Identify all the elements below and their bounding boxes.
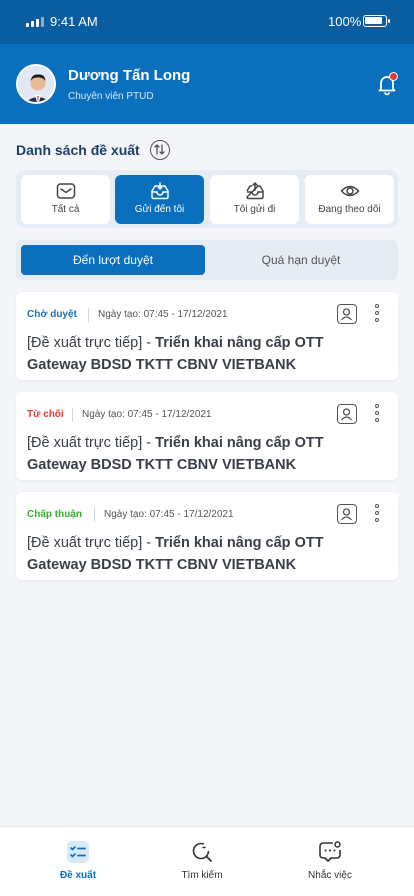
proposal-type: [Đề xuất trực tiếp] -	[27, 435, 156, 451]
tab-proposals[interactable]: Đề xuất	[18, 840, 138, 881]
person-icon[interactable]	[337, 304, 357, 324]
user-role: Chuyên viên PTUD	[68, 91, 154, 102]
tab-search-label: Tìm kiếm	[181, 870, 223, 881]
filter-following-button[interactable]: Đang theo dõi	[305, 175, 394, 224]
battery-percent: 100%	[328, 14, 362, 29]
chat-reminder-icon	[319, 841, 341, 862]
tab-proposals-label: Đề xuất	[59, 870, 97, 881]
proposal-title: [Đề xuất trực tiếp] - Triển khai nâng cấ…	[27, 432, 387, 476]
filter-i-sent-label: Tôi gửi đi	[233, 204, 276, 215]
created-date: Ngày tạo: 07:45 - 17/12/2021	[104, 509, 234, 520]
filter-following-label: Đang theo dõi	[318, 204, 381, 215]
search-icon	[192, 842, 212, 862]
status-time: 9:41 AM	[50, 14, 98, 29]
person-icon[interactable]	[337, 504, 357, 524]
checklist-icon	[67, 841, 89, 863]
more-options-icon[interactable]	[372, 304, 382, 324]
proposal-title: [Đề xuất trực tiếp] - Triển khai nâng cấ…	[27, 332, 387, 376]
filter-all-label: Tất cả	[51, 204, 80, 215]
signal-icon	[26, 17, 44, 27]
proposal-card[interactable]: Chờ duyệt Ngày tạo: 07:45 - 17/12/2021 […	[16, 292, 398, 380]
proposal-card[interactable]: Từ chối Ngày tạo: 07:45 - 17/12/2021 [Đề…	[16, 392, 398, 480]
proposal-type: [Đề xuất trực tiếp] -	[27, 335, 156, 351]
segment-my-turn[interactable]: Đến lượt duyệt	[21, 245, 205, 275]
battery-icon	[363, 15, 390, 27]
avatar[interactable]	[16, 64, 56, 104]
tab-reminders-label: Nhắc việc	[308, 870, 352, 881]
proposal-card[interactable]: Chấp thuận Ngày tạo: 07:45 - 17/12/2021 …	[16, 492, 398, 580]
filter-sent-to-me-label: Gửi đến tôi	[134, 204, 185, 215]
divider	[72, 408, 73, 422]
created-date: Ngày tạo: 07:45 - 17/12/2021	[82, 409, 212, 420]
section-title: Danh sách đề xuất	[16, 142, 140, 158]
segment-overdue[interactable]: Quá hạn duyệt	[209, 245, 393, 275]
more-options-icon[interactable]	[372, 504, 382, 524]
filter-all-button[interactable]: Tất cả	[21, 175, 110, 224]
status-badge: Chờ duyệt	[27, 309, 77, 320]
proposal-title: [Đề xuất trực tiếp] - Triển khai nâng cấ…	[27, 532, 387, 576]
notification-badge	[389, 72, 398, 81]
proposal-type: [Đề xuất trực tiếp] -	[27, 535, 156, 551]
created-date: Ngày tạo: 07:45 - 17/12/2021	[98, 309, 228, 320]
outbox-icon	[245, 182, 264, 200]
user-name: Dương Tấn Long	[68, 67, 191, 84]
sort-icon[interactable]	[150, 140, 170, 160]
tab-reminders[interactable]: Nhắc việc	[270, 840, 390, 881]
tab-search[interactable]: Tìm kiếm	[142, 840, 262, 881]
divider	[94, 508, 95, 522]
eye-icon	[339, 185, 360, 197]
divider	[88, 308, 89, 322]
filter-sent-to-me-button[interactable]: Gửi đến tôi	[115, 175, 204, 224]
inbox-incoming-icon	[150, 182, 169, 200]
person-icon[interactable]	[337, 404, 357, 424]
status-badge: Chấp thuận	[27, 509, 82, 520]
inbox-icon	[56, 183, 75, 199]
filter-i-sent-button[interactable]: Tôi gửi đi	[210, 175, 299, 224]
status-badge: Từ chối	[27, 409, 64, 420]
more-options-icon[interactable]	[372, 404, 382, 424]
